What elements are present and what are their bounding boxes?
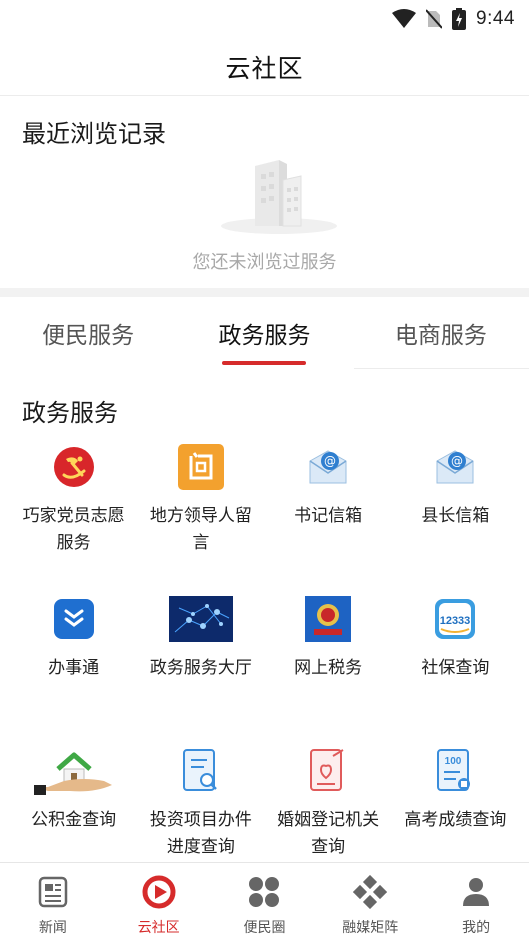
- tax-emblem-icon: [305, 596, 352, 642]
- recent-title: 最近浏览记录: [22, 120, 166, 148]
- tab-government-services[interactable]: 政务服务: [176, 297, 352, 369]
- house-in-hand-icon: [33, 752, 112, 795]
- marriage-document-icon: [310, 749, 344, 791]
- service-secretary-mailbox[interactable]: @ 书记信箱: [265, 435, 392, 587]
- svg-text:100: 100: [445, 756, 462, 767]
- four-petal-icon: [249, 877, 280, 907]
- tab-label: 政务服务: [218, 323, 311, 349]
- service-label: 高考成绩查询: [404, 810, 507, 830]
- service-label: 县长信箱: [421, 506, 490, 526]
- service-label: 巧家党员志愿服务: [22, 506, 125, 553]
- section-divider: [0, 288, 529, 297]
- service-online-tax[interactable]: 网上税务: [265, 587, 392, 739]
- play-circle-icon: [142, 875, 176, 909]
- service-tabs: 便民服务 政务服务 电商服务: [0, 297, 529, 369]
- tab-label: 便民服务: [42, 323, 135, 349]
- nav-label: 我的: [462, 920, 491, 936]
- recent-section: 最近浏览记录 您还未浏览过服务: [0, 96, 529, 288]
- tab-ecommerce-services[interactable]: 电商服务: [353, 297, 529, 369]
- svg-text:@: @: [324, 454, 336, 468]
- page-title: 云社区: [225, 53, 304, 83]
- diamond-grid-icon: [353, 875, 388, 909]
- battery-charging-icon: [452, 8, 467, 30]
- service-label: 投资项目办件进度查询: [149, 810, 252, 857]
- nav-label: 云社区: [137, 920, 180, 936]
- service-label: 网上税务: [294, 658, 363, 678]
- nav-news[interactable]: 新闻: [0, 863, 106, 942]
- nav-mine[interactable]: 我的: [423, 863, 529, 942]
- nav-label: 融媒矩阵: [342, 920, 399, 936]
- newspaper-icon: [38, 876, 68, 908]
- service-social-security[interactable]: 12333 社保查询: [392, 587, 519, 739]
- svg-text:@: @: [451, 454, 463, 468]
- service-label: 公积金查询: [31, 810, 117, 830]
- svg-text:12333: 12333: [440, 615, 471, 627]
- exam-score-100-icon: 100: [437, 749, 471, 791]
- service-leader-message[interactable]: 地方领导人留言: [137, 435, 264, 587]
- status-bar: 9:44: [0, 0, 529, 38]
- nav-convenience-circle[interactable]: 便民圈: [212, 863, 318, 942]
- app-header: 云社区: [0, 38, 529, 96]
- gov-services-section: 政务服务 巧家党员志愿服务 地方领导人留言 @ 书记信箱 @ 县长信箱 办事通 …: [0, 369, 529, 891]
- service-label: 政务服务大厅: [149, 658, 252, 678]
- tab-label: 电商服务: [394, 323, 487, 349]
- service-gov-hall[interactable]: 政务服务大厅: [137, 587, 264, 739]
- nav-media-matrix[interactable]: 融媒矩阵: [317, 863, 423, 942]
- question-char-icon: [177, 444, 224, 490]
- service-label: 地方领导人留言: [149, 506, 252, 553]
- nav-label: 便民圈: [243, 920, 286, 936]
- gov-services-title: 政务服务: [22, 399, 118, 427]
- status-time: 9:44: [476, 8, 515, 29]
- person-icon: [463, 878, 490, 906]
- service-label: 办事通: [48, 658, 100, 678]
- email-envelope-icon: @: [436, 450, 474, 484]
- service-label: 社保查询: [421, 658, 490, 678]
- party-emblem-icon: [53, 447, 94, 487]
- network-hall-icon: [168, 596, 233, 642]
- service-label: 书记信箱: [294, 506, 363, 526]
- wifi-icon: [392, 9, 417, 28]
- nav-label: 新闻: [38, 920, 67, 936]
- empty-buildings-icon: [221, 160, 337, 234]
- recent-empty-text: 您还未浏览过服务: [192, 252, 337, 273]
- service-label: 婚姻登记机关查询: [277, 810, 380, 857]
- social-security-12333-icon: 12333: [435, 599, 476, 639]
- service-banshitong[interactable]: 办事通: [10, 587, 137, 739]
- no-sim-icon: [426, 9, 443, 29]
- banshitong-logo-icon: [53, 599, 94, 639]
- tab-convenience-services[interactable]: 便民服务: [0, 297, 176, 369]
- active-tab-indicator: [222, 361, 307, 365]
- service-county-mailbox[interactable]: @ 县长信箱: [392, 435, 519, 587]
- nav-cloud-community[interactable]: 云社区: [106, 863, 212, 942]
- document-search-icon: [182, 749, 217, 791]
- service-grid: 巧家党员志愿服务 地方领导人留言 @ 书记信箱 @ 县长信箱 办事通 政务服务大…: [0, 435, 529, 891]
- email-envelope-icon: @: [309, 450, 347, 484]
- bottom-nav: 新闻 云社区 便民圈 融媒矩阵 我的: [0, 862, 529, 942]
- service-party-volunteer[interactable]: 巧家党员志愿服务: [10, 435, 137, 587]
